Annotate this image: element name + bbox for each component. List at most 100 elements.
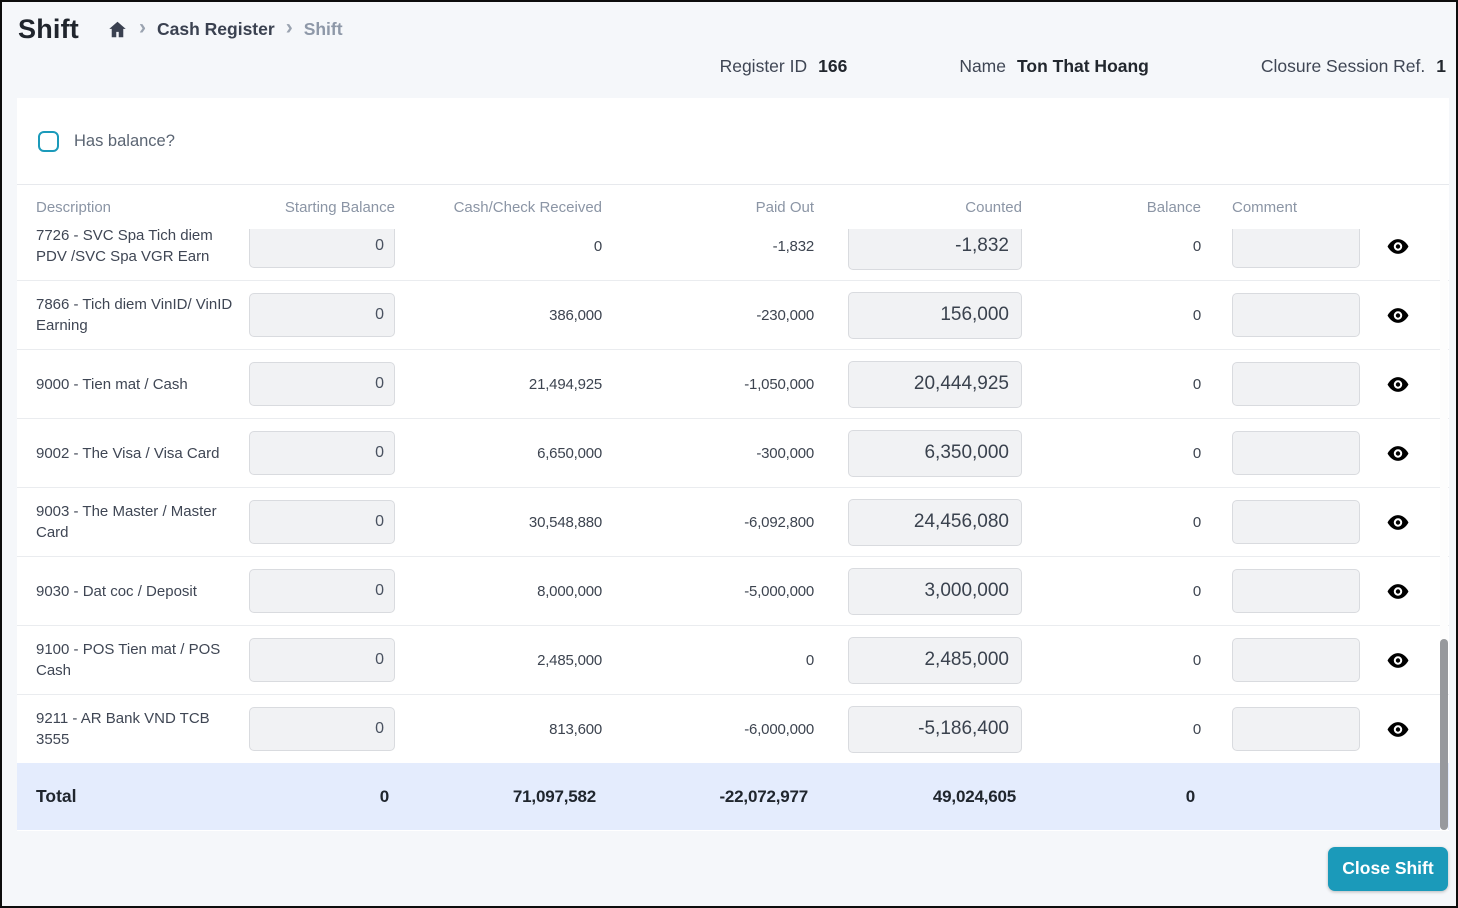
row-paid-out: -6,092,800 bbox=[744, 513, 814, 531]
has-balance-row: Has balance? bbox=[17, 98, 1449, 185]
breadcrumb-separator: › bbox=[139, 16, 146, 39]
comment-input[interactable] bbox=[1232, 293, 1360, 337]
table-row: 9002 - The Visa / Visa Card 6,650,000 -3… bbox=[17, 419, 1449, 488]
closure-session-value: 1 bbox=[1436, 56, 1446, 76]
row-paid-out: 0 bbox=[805, 651, 814, 669]
table-header: Description Starting Balance Cash/Check … bbox=[17, 185, 1449, 229]
starting-balance-input[interactable] bbox=[249, 293, 395, 337]
row-description: 9211 - AR Bank VND TCB 3555 bbox=[36, 710, 210, 748]
comment-input[interactable] bbox=[1232, 362, 1360, 406]
close-shift-button[interactable]: Close Shift bbox=[1328, 846, 1448, 891]
counted-input[interactable] bbox=[848, 567, 1022, 615]
starting-balance-input[interactable] bbox=[249, 431, 395, 475]
row-received: 6,650,000 bbox=[537, 444, 602, 462]
table-row: 9030 - Dat coc / Deposit 8,000,000 -5,00… bbox=[17, 557, 1449, 626]
table-row: 7866 - Tich diem VinID/ VinID Earning 38… bbox=[17, 281, 1449, 350]
starting-balance-input[interactable] bbox=[249, 638, 395, 682]
total-starting-balance: 0 bbox=[379, 786, 389, 806]
breadcrumb-shift: Shift bbox=[303, 18, 343, 39]
eye-icon bbox=[1387, 238, 1409, 258]
eye-icon bbox=[1387, 514, 1409, 534]
counted-input[interactable] bbox=[848, 705, 1022, 753]
row-received: 2,485,000 bbox=[537, 651, 602, 669]
total-received: 71,097,582 bbox=[512, 786, 596, 806]
counted-input[interactable] bbox=[848, 291, 1022, 339]
page-title: Shift bbox=[18, 13, 79, 44]
counted-input[interactable] bbox=[848, 636, 1022, 684]
eye-icon bbox=[1387, 721, 1409, 741]
comment-input[interactable] bbox=[1232, 707, 1360, 751]
col-comment: Comment bbox=[1232, 198, 1298, 216]
counted-input[interactable] bbox=[848, 498, 1022, 546]
comment-input[interactable] bbox=[1232, 500, 1360, 544]
row-paid-out: -5,000,000 bbox=[744, 582, 814, 600]
total-label: Total bbox=[36, 786, 77, 806]
row-description: 9030 - Dat coc / Deposit bbox=[36, 582, 197, 600]
view-details-button[interactable] bbox=[1385, 512, 1411, 533]
row-received: 30,548,880 bbox=[528, 513, 602, 531]
row-description: 7866 - Tich diem VinID/ VinID Earning bbox=[36, 296, 233, 334]
starting-balance-input[interactable] bbox=[249, 569, 395, 613]
row-description: 9002 - The Visa / Visa Card bbox=[36, 444, 220, 462]
starting-balance-input[interactable] bbox=[249, 229, 395, 268]
row-balance: 0 bbox=[1192, 513, 1201, 531]
row-balance: 0 bbox=[1192, 306, 1201, 324]
row-received: 813,600 bbox=[549, 720, 602, 738]
home-icon[interactable] bbox=[107, 19, 128, 40]
breadcrumb: › Cash Register › Shift bbox=[107, 17, 343, 41]
has-balance-label: Has balance? bbox=[74, 131, 175, 150]
row-paid-out: -300,000 bbox=[756, 444, 814, 462]
row-received: 21,494,925 bbox=[528, 375, 602, 393]
starting-balance-input[interactable] bbox=[249, 362, 395, 406]
row-paid-out: -6,000,000 bbox=[744, 720, 814, 738]
session-info-row: Register ID 166 Name Ton That Hoang Clos… bbox=[2, 56, 1456, 98]
view-details-button[interactable] bbox=[1385, 581, 1411, 602]
breadcrumb-separator: › bbox=[285, 16, 293, 39]
row-balance: 0 bbox=[1192, 375, 1201, 393]
total-paid-out: -22,072,977 bbox=[719, 786, 808, 806]
counted-input[interactable] bbox=[848, 360, 1022, 408]
counted-input[interactable] bbox=[848, 429, 1022, 477]
starting-balance-input[interactable] bbox=[249, 707, 395, 751]
register-id-value: 166 bbox=[818, 56, 848, 76]
col-starting-balance: Starting Balance bbox=[284, 198, 395, 216]
scrollbar-thumb[interactable] bbox=[1440, 639, 1448, 830]
row-balance: 0 bbox=[1192, 720, 1201, 738]
row-paid-out: -230,000 bbox=[756, 306, 814, 324]
register-id-label: Register ID bbox=[719, 56, 808, 76]
view-details-button[interactable] bbox=[1385, 650, 1411, 671]
comment-input[interactable] bbox=[1232, 638, 1360, 682]
row-description: 9000 - Tien mat / Cash bbox=[36, 375, 188, 393]
comment-input[interactable] bbox=[1232, 229, 1360, 268]
counted-input[interactable] bbox=[848, 229, 1022, 270]
row-balance: 0 bbox=[1192, 582, 1201, 600]
view-details-button[interactable] bbox=[1385, 305, 1411, 326]
has-balance-checkbox[interactable] bbox=[38, 130, 59, 152]
comment-input[interactable] bbox=[1232, 569, 1360, 613]
name-label: Name bbox=[959, 56, 1006, 76]
table-row: 7726 - SVC Spa Tich diem PDV /SVC Spa VG… bbox=[17, 229, 1449, 281]
vertical-scrollbar[interactable] bbox=[1440, 230, 1448, 831]
starting-balance-input[interactable] bbox=[249, 500, 395, 544]
view-details-button[interactable] bbox=[1385, 236, 1411, 257]
col-balance: Balance bbox=[1146, 198, 1201, 216]
table-body: 7726 - SVC Spa Tich diem PDV /SVC Spa VG… bbox=[17, 229, 1449, 763]
comment-input[interactable] bbox=[1232, 431, 1360, 475]
closure-session-label: Closure Session Ref. bbox=[1260, 56, 1426, 76]
view-details-button[interactable] bbox=[1385, 443, 1411, 464]
breadcrumb-cash-register[interactable]: Cash Register bbox=[157, 19, 275, 40]
table-row: 9003 - The Master / Master Card 30,548,8… bbox=[17, 488, 1449, 557]
col-paid-out: Paid Out bbox=[755, 198, 814, 216]
total-row: Total 0 71,097,582 -22,072,977 49,024,60… bbox=[17, 763, 1449, 830]
eye-icon bbox=[1387, 652, 1409, 672]
table-row: 9211 - AR Bank VND TCB 3555 813,600 -6,0… bbox=[17, 695, 1449, 763]
col-counted: Counted bbox=[965, 198, 1022, 216]
row-paid-out: -1,050,000 bbox=[744, 375, 814, 393]
eye-icon bbox=[1387, 307, 1409, 327]
total-counted: 49,024,605 bbox=[932, 786, 1016, 806]
top-bar: Shift › Cash Register › Shift bbox=[2, 2, 1456, 56]
row-balance: 0 bbox=[1192, 651, 1201, 669]
view-details-button[interactable] bbox=[1385, 374, 1411, 395]
view-details-button[interactable] bbox=[1385, 719, 1411, 740]
total-balance: 0 bbox=[1185, 786, 1195, 806]
